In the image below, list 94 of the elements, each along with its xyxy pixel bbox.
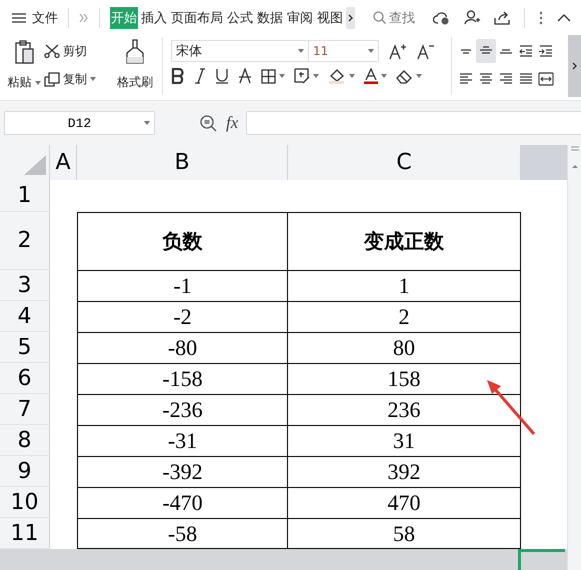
table-cell: 2 bbox=[288, 301, 521, 332]
row-header[interactable]: 3 bbox=[0, 270, 50, 301]
table-cell: -80 bbox=[77, 332, 288, 363]
caret-icon bbox=[313, 74, 319, 78]
add-user-icon[interactable] bbox=[464, 10, 480, 25]
align-center-icon bbox=[478, 72, 494, 86]
row-header[interactable]: 7 bbox=[0, 394, 50, 425]
cell-format-icon[interactable] bbox=[294, 68, 310, 84]
caret-icon bbox=[416, 74, 422, 78]
table-cell: -1 bbox=[77, 270, 288, 301]
justify-icon bbox=[518, 72, 534, 86]
table-cell: 392 bbox=[288, 456, 521, 487]
selection-outline bbox=[518, 549, 565, 570]
more-tabs-button[interactable] bbox=[346, 6, 355, 28]
table-cell: -392 bbox=[77, 456, 288, 487]
caret-icon bbox=[381, 74, 387, 78]
caret-icon bbox=[349, 74, 355, 78]
row-header[interactable]: 10 bbox=[0, 487, 50, 518]
scroll-up-icon bbox=[572, 165, 578, 168]
caret-icon bbox=[144, 121, 150, 125]
paintbrush-icon bbox=[125, 39, 145, 65]
grip-icon bbox=[570, 146, 580, 151]
underline-icon[interactable] bbox=[215, 68, 229, 84]
distribute-icon bbox=[538, 72, 554, 86]
menu-icon bbox=[12, 12, 26, 22]
align-middle-button[interactable] bbox=[476, 39, 496, 63]
double-chevron-icon[interactable] bbox=[79, 14, 89, 22]
search-button[interactable]: 查找 bbox=[373, 8, 415, 26]
table-cell: -31 bbox=[77, 425, 288, 456]
share-icon[interactable] bbox=[494, 10, 510, 24]
table-cell: -58 bbox=[77, 518, 288, 549]
borders-icon[interactable] bbox=[261, 68, 276, 84]
caret-icon bbox=[90, 77, 96, 81]
triangle-icon bbox=[24, 155, 46, 175]
ribbon-tab[interactable]: 视图 bbox=[316, 6, 344, 28]
search-icon bbox=[373, 11, 386, 24]
ribbon-tab[interactable]: 页面布局 bbox=[170, 6, 224, 28]
align-bottom-icon bbox=[499, 48, 513, 54]
collapse-icon[interactable] bbox=[557, 14, 571, 22]
row-header[interactable]: 1 bbox=[0, 180, 50, 212]
row-header[interactable]: 8 bbox=[0, 425, 50, 456]
table-cell: 236 bbox=[288, 394, 521, 425]
align-top-icon bbox=[460, 48, 472, 54]
ribbon-tab[interactable]: 数据 bbox=[256, 6, 284, 28]
eraser-icon[interactable] bbox=[396, 68, 413, 84]
row-header[interactable]: 9 bbox=[0, 456, 50, 487]
font-color-icon[interactable] bbox=[364, 68, 378, 84]
function-button[interactable]: fx bbox=[226, 113, 238, 133]
align-right-icon bbox=[498, 72, 514, 86]
row-header[interactable]: 5 bbox=[0, 332, 50, 363]
copy-icon bbox=[44, 72, 60, 86]
ribbon-tab[interactable]: 公式 bbox=[226, 6, 254, 28]
format-painter-button[interactable]: 格式刷 bbox=[112, 35, 158, 97]
fill-bucket-icon[interactable] bbox=[328, 68, 346, 84]
ribbon-tab[interactable]: 插入 bbox=[140, 6, 168, 28]
increase-indent-icon bbox=[538, 44, 554, 58]
decrease-font-icon[interactable] bbox=[417, 42, 435, 60]
table-cell: -158 bbox=[77, 363, 288, 394]
scrollbar[interactable] bbox=[567, 145, 581, 570]
row-header[interactable]: 4 bbox=[0, 301, 50, 332]
cloud-icon[interactable] bbox=[433, 10, 450, 25]
header-cell: 变成正数 bbox=[288, 212, 521, 270]
caret-icon bbox=[34, 80, 40, 84]
table-cell: 470 bbox=[288, 487, 521, 518]
table-cell: 58 bbox=[288, 518, 521, 549]
caret-icon bbox=[279, 74, 285, 78]
clipboard-icon bbox=[13, 39, 35, 65]
increase-font-icon[interactable] bbox=[389, 42, 407, 60]
table-cell: -2 bbox=[77, 301, 288, 332]
italic-icon[interactable] bbox=[194, 68, 206, 84]
pointer-arrow bbox=[484, 378, 536, 436]
table-cell: 1 bbox=[288, 270, 521, 301]
ribbon-tab[interactable]: 审阅 bbox=[286, 6, 314, 28]
table-cell: -236 bbox=[77, 394, 288, 425]
chevron-icon bbox=[572, 62, 577, 70]
paste-button[interactable]: 粘贴 bbox=[4, 35, 44, 97]
chevron-icon bbox=[348, 14, 353, 22]
strikethrough-icon[interactable] bbox=[238, 68, 252, 84]
file-menu[interactable]: 文件 bbox=[12, 8, 58, 26]
bold-icon[interactable] bbox=[171, 68, 185, 84]
table-cell: 80 bbox=[288, 332, 521, 363]
copy-button[interactable]: 复制 bbox=[44, 70, 112, 88]
align-left-icon bbox=[458, 72, 474, 86]
formula-input[interactable] bbox=[246, 111, 581, 135]
cut-button[interactable]: 剪切 bbox=[44, 42, 112, 60]
row-header[interactable]: 2 bbox=[0, 212, 50, 270]
name-box[interactable]: D12 bbox=[4, 111, 155, 135]
scissors-icon bbox=[44, 44, 60, 58]
row-header[interactable]: 6 bbox=[0, 363, 50, 394]
decrease-indent-icon bbox=[518, 44, 534, 58]
header-cell: 负数 bbox=[77, 212, 288, 270]
table-cell: -470 bbox=[77, 487, 288, 518]
more-icon[interactable] bbox=[539, 10, 543, 24]
zoom-icon[interactable] bbox=[200, 114, 217, 132]
